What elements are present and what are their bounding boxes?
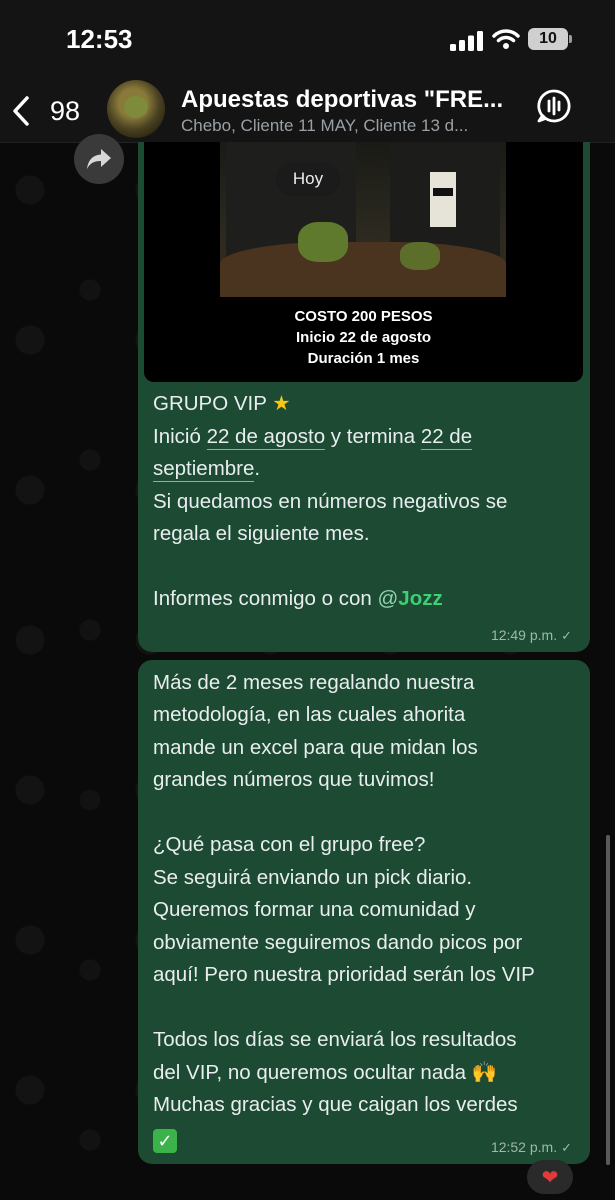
chat-header: 98 Apuestas deportivas "FRE... Chebo, Cl…	[0, 80, 615, 143]
unread-count: 98	[50, 95, 81, 126]
status-bar: 12:53 10	[0, 0, 615, 80]
sent-check-icon: ✓	[561, 628, 572, 643]
message-image[interactable]: COSTO 200 PESOS Inicio 22 de agosto Dura…	[144, 142, 583, 382]
message-line: aquí! Pero nuestra prioridad serán los V…	[153, 963, 535, 986]
chat-title[interactable]: Apuestas deportivas "FRE...	[181, 86, 503, 114]
message-bubble-free[interactable]: Más de 2 meses regalando nuestra metodol…	[138, 660, 590, 1164]
date-link[interactable]: 22 de agosto	[206, 425, 326, 450]
group-avatar[interactable]	[107, 80, 165, 138]
image-text-line: COSTO 200 PESOS	[294, 308, 433, 325]
sent-check-icon: ✓	[561, 1140, 572, 1155]
chevron-left-icon	[13, 96, 29, 126]
voice-chat-icon[interactable]	[536, 88, 572, 124]
date-link[interactable]: 22 de	[420, 425, 473, 450]
forward-button[interactable]	[74, 134, 124, 184]
message-line: Queremos formar una comunidad y	[153, 898, 476, 921]
message-line: Inició 22 de agosto y termina 22 de	[153, 425, 473, 450]
message-line: septiembre.	[153, 457, 261, 482]
image-caption-text: COSTO 200 PESOS Inicio 22 de agosto Dura…	[144, 306, 583, 369]
message-line: regala el siguiente mes.	[153, 522, 370, 545]
star-emoji: ★	[272, 392, 291, 415]
message-line: grandes números que tuvimos!	[153, 768, 435, 791]
wifi-icon	[492, 29, 520, 49]
message-line: obviamente seguiremos dando picos por	[153, 931, 523, 954]
message-time: 12:49 p.m.	[490, 627, 558, 643]
image-text-line: Duración 1 mes	[307, 350, 420, 367]
scrollbar[interactable]	[606, 835, 610, 1165]
message-line: ✓	[153, 1122, 177, 1155]
battery-icon: 10	[528, 28, 568, 50]
chat-participants[interactable]: Chebo, Cliente 11 MAY, Cliente 13 d...	[181, 116, 468, 136]
message-line: mande un excel para que midan los	[153, 736, 478, 759]
message-line: Más de 2 meses regalando nuestra	[153, 671, 475, 694]
message-line: Informes conmigo o con @Jozz	[153, 587, 443, 610]
message-line: Si quedamos en números negativos se	[153, 490, 508, 513]
message-meta: 12:49 p.m. ✓	[491, 627, 572, 644]
heart-reaction[interactable]: ❤	[527, 1160, 573, 1194]
mention-jozz[interactable]: Jozz	[398, 587, 442, 610]
message-bubble-vip[interactable]: COSTO 200 PESOS Inicio 22 de agosto Dura…	[138, 142, 590, 652]
check-mark-emoji: ✓	[153, 1129, 177, 1153]
forward-arrow-icon	[87, 149, 111, 169]
painting-image	[220, 142, 506, 297]
battery-tip	[569, 35, 572, 43]
image-text-line: Inicio 22 de agosto	[295, 329, 432, 346]
date-link[interactable]: septiembre	[153, 457, 255, 482]
day-divider: Hoy	[276, 162, 340, 196]
message-meta: 12:52 p.m. ✓	[491, 1139, 572, 1156]
message-line: Se seguirá enviando un pick diario.	[153, 866, 473, 889]
message-line: del VIP, no queremos ocultar nada 🙌	[153, 1061, 498, 1084]
message-line: GRUPO VIP ★	[153, 392, 291, 415]
back-button[interactable]: 98	[10, 90, 80, 132]
message-line: ¿Qué pasa con el grupo free?	[153, 833, 426, 856]
message-time: 12:52 p.m.	[490, 1139, 558, 1155]
status-time: 12:53	[66, 24, 133, 54]
message-line: Todos los días se enviará los resultados	[153, 1028, 517, 1051]
message-line: metodología, en las cuales ahorita	[153, 703, 466, 726]
cellular-signal-icon	[450, 31, 483, 51]
message-line: Muchas gracias y que caigan los verdes	[153, 1093, 518, 1116]
